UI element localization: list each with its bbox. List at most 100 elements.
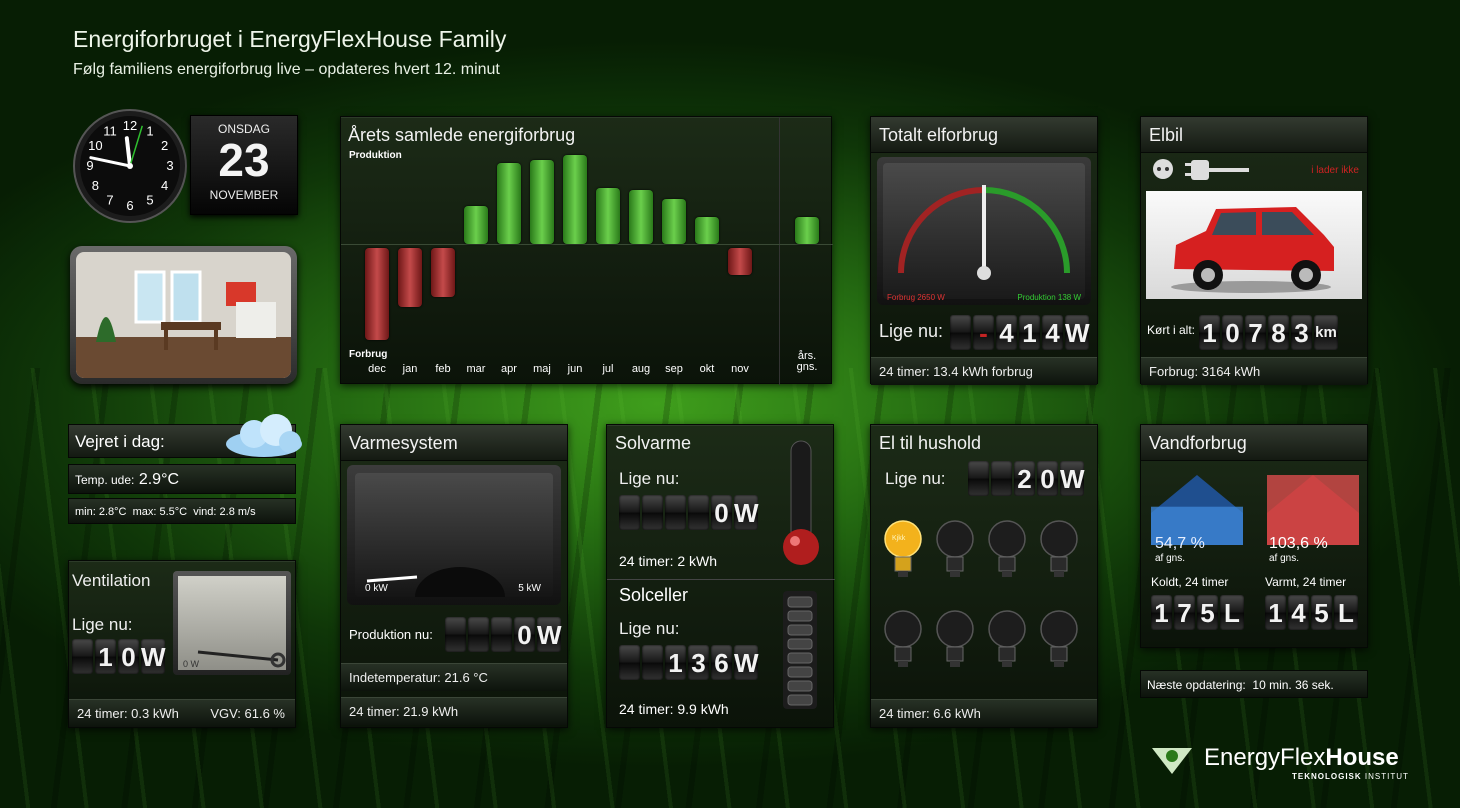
clock-number: 3: [166, 158, 173, 173]
heating-gauge-max: 5 kW: [518, 583, 541, 594]
solar-cells-digit: 6: [711, 645, 732, 680]
light-bulb-label: Kjkk: [892, 535, 906, 542]
weather-temp-row: Temp. ude: 2.9°C: [68, 464, 296, 494]
ev-panel: Elbil i lader ikke Kørt i alt: 1 0 7 8 3 km F…: [1140, 116, 1368, 385]
cloud-icon: [226, 414, 302, 457]
ev-km-digit: 8: [1268, 315, 1289, 350]
total-el-gauge-right: Produktion 138 W: [1017, 293, 1081, 302]
solar-heat-now-label: Lige nu:: [619, 469, 680, 488]
chart-title: Årets samlede energiforbrug: [348, 125, 576, 145]
annual-energy-chart: Årets samlede energiforbrug Produktion F…: [340, 116, 833, 385]
clock-number: 11: [103, 123, 117, 138]
ventilation-needle: [197, 650, 279, 662]
clock-number: 5: [146, 193, 153, 208]
total-el-footer: 24 timer: 13.4 kWh forbrug: [871, 357, 1097, 385]
heating-counter: 0W: [445, 617, 562, 652]
total-el-digit: 4: [996, 315, 1017, 350]
car-image: [1146, 191, 1362, 299]
ventilation-digit: 0: [118, 639, 139, 674]
cold-water-pct: 54,7 %: [1155, 535, 1205, 552]
clock-number: 7: [106, 193, 113, 208]
ventilation-gauge-min: 0 W: [183, 659, 200, 669]
household-el-panel: El til hushold Lige nu: 20W Kjkk 24 time…: [870, 424, 1098, 728]
analog-clock: 12 12 3 45678 9 1011: [73, 109, 187, 223]
household-el-digit: [991, 461, 1012, 496]
energyflexhouse-logo: EnergyFlexHouse TEKNOLOGISK INSTITUT: [1150, 742, 1420, 792]
chart-bar-average: [795, 217, 819, 244]
solar-level-segment: [787, 638, 813, 650]
warm-water-pct: 103,6 %: [1269, 535, 1328, 552]
cold-water-label: Koldt, 24 timer: [1151, 575, 1229, 589]
solar-cells-counter: 136W: [619, 645, 759, 680]
chart-tick-label-sep: sep: [665, 363, 683, 375]
next-update: Næste opdatering: 10 min. 36 sek.: [1140, 670, 1368, 698]
ev-km-digit: 7: [1245, 315, 1266, 350]
light-bulb-off-icon: [1040, 520, 1078, 577]
heating-digit: [445, 617, 466, 652]
ventilation-footer: 24 timer: 0.3 kWh VGV: 61.6 %: [69, 699, 295, 727]
warm-water-sub: af gns.: [1269, 553, 1300, 564]
weather-temp-value: 2.9°C: [138, 471, 180, 488]
heating-gauge-min: 0 kW: [365, 583, 388, 594]
chart-bar-jun: [563, 155, 587, 244]
solar-level-segment: [787, 652, 813, 664]
warm-water-digit: 4: [1288, 595, 1309, 630]
ev-km-counter: 1 0 7 8 3 km: [1199, 315, 1338, 350]
light-bulb-off-icon: [988, 610, 1026, 667]
warm-water-digit: 1: [1265, 595, 1286, 630]
heating-footer: 24 timer: 21.9 kWh: [341, 697, 567, 725]
chart-bar-aug: [629, 190, 653, 244]
page-subtitle: Følg familiens energiforbrug live – opda…: [73, 61, 500, 78]
heating-panel: Varmesystem 0 kW 5 kW Produktion nu: 0W …: [340, 424, 568, 728]
cold-water-digit: 1: [1151, 595, 1172, 630]
solar-heat-counter: 0W: [619, 495, 759, 530]
solar-cells-digit: [642, 645, 663, 680]
chart-bar-feb: [431, 248, 455, 297]
chart-bar-maj: [530, 159, 554, 244]
total-el-digit: 1: [1019, 315, 1040, 350]
total-el-gauge: Forbrug 2650 W Produktion 138 W: [877, 157, 1091, 305]
ventilation-now-label: Lige nu:: [72, 615, 133, 634]
chart-tick-label-jun: jun: [567, 363, 583, 375]
solar-cells-title: Solceller: [619, 585, 689, 605]
total-el-counter: -414W: [950, 315, 1090, 350]
chart-tick-label-jan: jan: [402, 363, 418, 375]
solar-cells-footer: 24 timer: 9.9 kWh: [619, 701, 729, 717]
cold-water-counter: 175L: [1151, 595, 1244, 630]
warm-water-digit: 5: [1311, 595, 1332, 630]
plug-icon: [1185, 160, 1249, 180]
ventilation-counter: 10W: [72, 639, 166, 674]
chart-tick-label-feb: feb: [435, 363, 451, 375]
light-bulb-off-icon: [936, 520, 974, 577]
cold-water-digit: 5: [1197, 595, 1218, 630]
household-el-now-label: Lige nu:: [885, 469, 946, 488]
clock-number: 9: [86, 158, 93, 173]
chart-tick-label-dec: dec: [368, 363, 386, 375]
clock-number: 6: [126, 198, 133, 213]
total-el-digit: W: [1065, 315, 1090, 350]
solar-panel: Solvarme Lige nu: 0W 24 timer: 2 kWh Sol…: [606, 424, 835, 728]
logo-name-light: EnergyFlex: [1204, 744, 1326, 771]
household-el-digit: [968, 461, 989, 496]
solar-cells-digit: W: [734, 645, 759, 680]
solar-level-segment: [787, 610, 813, 622]
chart-bar-dec: [365, 248, 389, 340]
household-el-footer: 24 timer: 6.6 kWh: [871, 699, 1097, 727]
heating-title: Varmesystem: [341, 425, 567, 461]
solar-cells-digit: 3: [688, 645, 709, 680]
house-photo: [70, 246, 297, 384]
water-panel: Vandforbrug 54,7 % af gns. 103,6 % af gn…: [1140, 424, 1368, 648]
chart-bar-jul: [596, 187, 620, 244]
light-bulb-on-icon: [884, 520, 922, 577]
heating-digit: [491, 617, 512, 652]
calendar-month: NOVEMBER: [209, 188, 279, 202]
light-bulb-off-icon: [884, 610, 922, 667]
solar-heat-digit: [642, 495, 663, 530]
logo-sub-light: INSTITUT: [1361, 772, 1409, 781]
chart-bar-mar: [464, 206, 488, 244]
total-electricity-panel: Totalt elforbrug Forbrug 2650 W Produkti…: [870, 116, 1098, 385]
ev-status: i lader ikke: [1311, 165, 1359, 176]
clock-number: 12: [123, 118, 137, 133]
household-el-title: El til hushold: [879, 433, 982, 453]
heating-digit: [468, 617, 489, 652]
